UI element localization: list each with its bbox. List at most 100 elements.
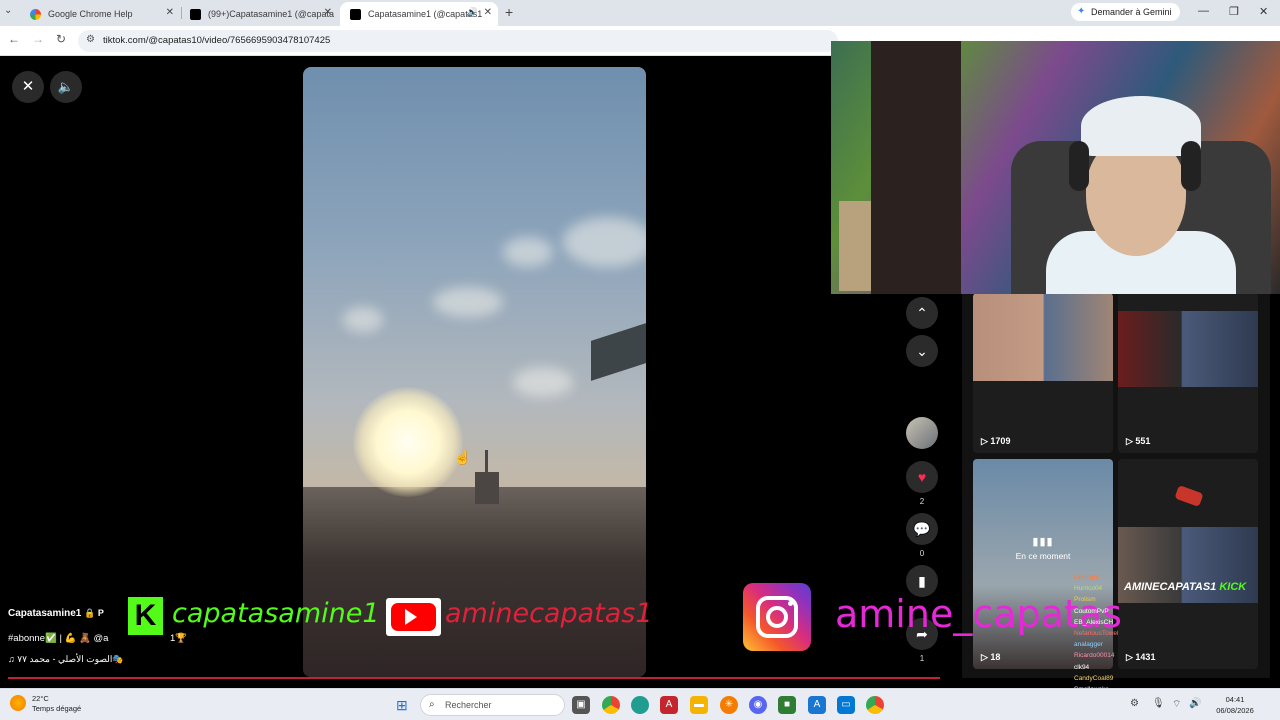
- close-tab-icon[interactable]: ✕: [484, 7, 492, 18]
- tab-label: (99+)Capatasamine1 (@capata: [208, 9, 334, 19]
- share-count: 1: [919, 654, 925, 663]
- cloud: [433, 287, 503, 317]
- author-name[interactable]: Capatasamine1 🔒 P: [8, 608, 104, 619]
- weather-text: Temps dégagé: [32, 704, 82, 713]
- cloud: [503, 237, 553, 267]
- tab-tiktok-active[interactable]: Capatasamine1 (@capatas1 🔊 ✕: [340, 2, 498, 26]
- volume-icon[interactable]: 🔊: [1189, 698, 1201, 709]
- video-progress-bar[interactable]: [8, 677, 940, 679]
- cloud: [513, 367, 573, 397]
- microphone-icon[interactable]: 🎙: [1152, 698, 1165, 709]
- active-window-icon[interactable]: ▭: [837, 696, 855, 714]
- like-count: 2: [919, 497, 925, 506]
- edge-icon[interactable]: [631, 696, 649, 714]
- minimize-icon[interactable]: —: [1198, 5, 1209, 17]
- task-view-icon[interactable]: ▣: [572, 696, 590, 714]
- restore-icon[interactable]: ❐: [1229, 5, 1239, 18]
- folder-icon[interactable]: ▬: [690, 696, 708, 714]
- temperature: 22°C: [32, 694, 49, 703]
- close-tab-icon[interactable]: ✕: [324, 7, 332, 18]
- chat-message: LilKnight: [1074, 574, 1099, 581]
- app-icon[interactable]: ■: [778, 696, 796, 714]
- description-tail: 1🏆: [170, 633, 187, 644]
- view-count: ▷ 551: [1126, 436, 1151, 446]
- chrome-icon[interactable]: [602, 696, 620, 714]
- date: 06/08/2026: [1216, 706, 1254, 715]
- headphone: [1069, 141, 1089, 191]
- grid-item[interactable]: ▷ 1709: [973, 293, 1113, 453]
- tiktok-icon: [350, 9, 361, 20]
- comment-action[interactable]: 💬 0: [905, 513, 939, 559]
- thumbnail: [973, 293, 1113, 381]
- app-icon[interactable]: A: [808, 696, 826, 714]
- tab-chrome-help[interactable]: Google Chrome Help ✕: [20, 2, 180, 26]
- streamer-webcam: [831, 41, 1280, 294]
- google-icon: [30, 9, 41, 20]
- adobe-icon[interactable]: A: [660, 696, 678, 714]
- tab-strip: ⌄ Google Chrome Help ✕ (99+)Capatasamine…: [0, 0, 1280, 26]
- site-info-icon[interactable]: ⚙: [86, 34, 95, 45]
- headphone: [1181, 141, 1201, 191]
- speaker-icon[interactable]: 🔊: [467, 7, 478, 18]
- instagram-logo: [743, 583, 811, 651]
- instagram-lens: [766, 606, 788, 628]
- tiktok-icon: [190, 9, 201, 20]
- close-video-button[interactable]: ✕: [12, 71, 44, 103]
- view-count: ▷ 1709: [981, 436, 1011, 446]
- new-tab-icon[interactable]: +: [505, 4, 513, 20]
- author-avatar[interactable]: [905, 417, 939, 449]
- grid-item[interactable]: ▷ 551: [1118, 293, 1258, 453]
- chat-message: EB_AlexisCH: [1074, 618, 1114, 626]
- gemini-sparkle-icon: ✦: [1077, 6, 1086, 17]
- heart-icon[interactable]: ♥: [906, 461, 938, 493]
- chat-message: Prolism: [1074, 596, 1096, 604]
- search-icon: ⌕: [429, 699, 435, 710]
- tab-tiktok-1[interactable]: (99+)Capatasamine1 (@capata ✕: [180, 2, 338, 26]
- avatar: [906, 417, 938, 449]
- nav-down-button[interactable]: ⌄: [905, 335, 939, 367]
- close-window-icon[interactable]: ✕: [1259, 5, 1268, 18]
- address-bar[interactable]: ⚙ tiktok.com/@capatas10/video/7656695903…: [78, 30, 838, 52]
- youtube-logo: [386, 598, 441, 636]
- close-tab-icon[interactable]: ✕: [166, 7, 174, 18]
- url-text: tiktok.com/@capatas10/video/765669590347…: [103, 35, 331, 46]
- reload-icon[interactable]: ↻: [56, 32, 66, 46]
- video-player[interactable]: [303, 67, 646, 677]
- cloud: [563, 217, 646, 267]
- mute-toggle-button[interactable]: 🔈: [50, 71, 82, 103]
- tab-search-chevron-icon[interactable]: ⌄: [4, 5, 12, 16]
- nav-up-button[interactable]: ⌃: [905, 297, 939, 329]
- tab-label: Google Chrome Help: [48, 9, 133, 19]
- windows-start-icon[interactable]: ⊞: [396, 697, 408, 714]
- app-icon[interactable]: ✳: [720, 696, 738, 714]
- back-icon[interactable]: ←: [8, 32, 20, 46]
- awning: [591, 323, 646, 381]
- chat-overlay: LilKnight Hurrico04 Prolism CoutomPvP EB_Ale…: [1074, 572, 1144, 706]
- play-icon: [405, 609, 417, 625]
- kick-handle: capatasamine1: [172, 598, 380, 629]
- building: [475, 472, 499, 504]
- like-action[interactable]: ♥ 2: [905, 461, 939, 507]
- music-line[interactable]: ♫ الصوت الأصلي - محمد ٧٧🎭: [8, 654, 124, 665]
- wifi-icon[interactable]: ⌔: [1172, 698, 1181, 711]
- gemini-button[interactable]: ✦ Demander à Gemini: [1071, 3, 1180, 21]
- music-text: ♫ الصوت الأصلي - محمد ٧٧🎭: [8, 654, 124, 664]
- shelf: [871, 41, 961, 294]
- view-count-text: 18: [990, 652, 1001, 662]
- weather-sun-icon: [10, 695, 26, 711]
- discord-icon[interactable]: ◉: [749, 696, 767, 714]
- tray-icon[interactable]: ⚙: [1130, 698, 1139, 709]
- thumbnail: [1118, 311, 1258, 387]
- taskbar-search[interactable]: ⌕ Rechercher: [420, 694, 565, 716]
- hashtags[interactable]: #abonne✅ | 💪 🧸 @a: [8, 633, 108, 644]
- hand-cursor-icon: ☝: [454, 449, 472, 465]
- video-description: #abonne✅ | 💪 🧸 @a: [8, 633, 108, 644]
- comment-icon[interactable]: 💬: [906, 513, 938, 545]
- screen: ⌄ Google Chrome Help ✕ (99+)Capatasamine…: [0, 0, 1280, 720]
- antenna: [485, 450, 488, 474]
- forward-icon[interactable]: →: [32, 32, 44, 46]
- chrome-icon[interactable]: [866, 696, 884, 714]
- chat-message: clk94: [1074, 663, 1090, 671]
- tab-label: Capatasamine1 (@capatas1: [368, 9, 483, 19]
- system-clock[interactable]: 04:41 06/08/2026: [1205, 694, 1265, 716]
